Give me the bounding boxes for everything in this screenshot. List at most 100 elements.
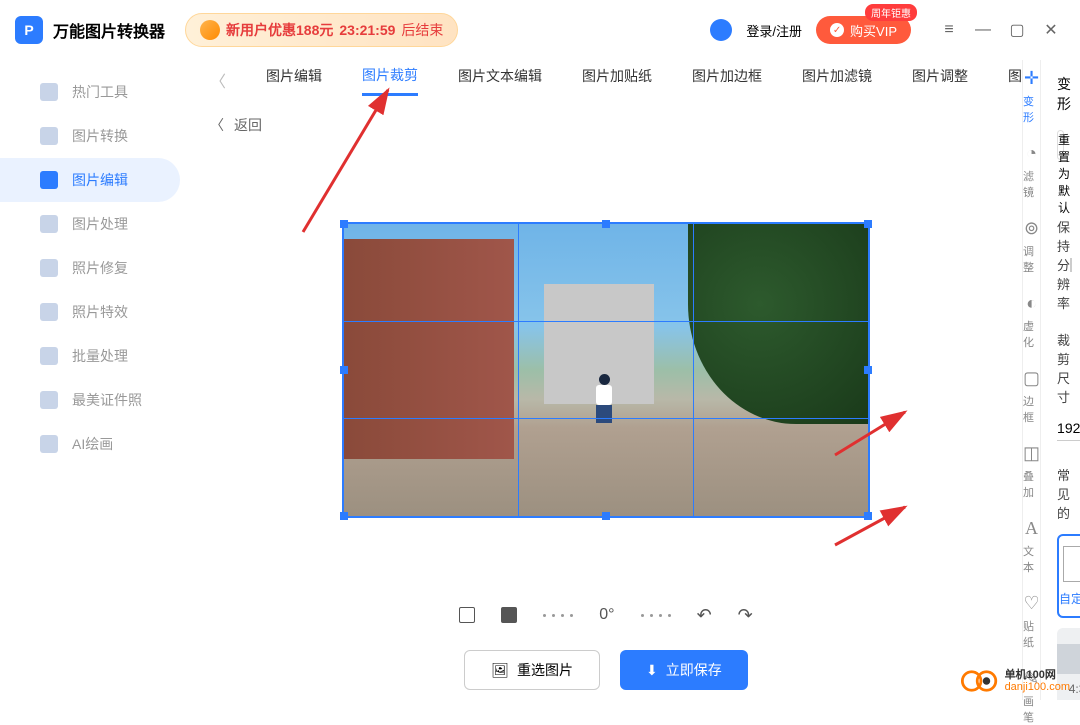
- maximize-button[interactable]: ▢: [1003, 16, 1031, 44]
- sidebar-item-label: 热门工具: [72, 82, 128, 102]
- vip-label: 购买VIP: [850, 21, 897, 40]
- crop-canvas[interactable]: [342, 222, 870, 518]
- sidebar-item-effects[interactable]: 照片特效: [0, 290, 190, 334]
- sidebar-item-label: 照片修复: [72, 258, 128, 278]
- crop-handle-b[interactable]: [602, 512, 610, 520]
- login-link[interactable]: 登录/注册: [746, 21, 802, 40]
- batch-icon: [40, 347, 58, 365]
- reset-button[interactable]: 重置为默认: [1057, 130, 1064, 160]
- sidebar-item-idphoto[interactable]: 最美证件照: [0, 378, 190, 422]
- edit-icon: [40, 171, 58, 189]
- avatar-icon[interactable]: [710, 19, 732, 41]
- process-icon: [40, 215, 58, 233]
- width-input[interactable]: [1057, 416, 1080, 441]
- tab-filter[interactable]: 图片加滤镜: [802, 66, 872, 94]
- tool-border[interactable]: ▢边框: [1023, 368, 1040, 425]
- medal-icon: [200, 20, 220, 40]
- buy-vip-button[interactable]: 周年钜惠 ✓ 购买VIP: [816, 16, 911, 44]
- vip-badge: 周年钜惠: [865, 4, 917, 21]
- sidebar-item-label: 图片编辑: [72, 170, 128, 190]
- crop-handle-l[interactable]: [340, 366, 348, 374]
- sidebar-item-ai[interactable]: AI绘画: [0, 422, 190, 466]
- flip-h-icon[interactable]: [459, 607, 475, 623]
- sidebar-item-label: 图片转换: [72, 126, 128, 146]
- transform-icon: ✛: [1024, 68, 1039, 89]
- tab-sticker[interactable]: 图片加贴纸: [582, 66, 652, 94]
- tool-adjust[interactable]: ⊚调整: [1023, 218, 1040, 275]
- tool-transform[interactable]: ✛变形: [1023, 68, 1040, 125]
- watermark-logo-icon: [961, 668, 999, 694]
- sidebar-item-edit[interactable]: 图片编辑: [0, 158, 180, 202]
- tab-edit[interactable]: 图片编辑: [266, 66, 322, 94]
- flip-v-icon[interactable]: [501, 607, 517, 623]
- tool-filter[interactable]: ◔滤镜: [1023, 143, 1040, 200]
- close-button[interactable]: ✕: [1037, 16, 1065, 44]
- sidebar-item-process[interactable]: 图片处理: [0, 202, 190, 246]
- chevron-left-icon: 〈: [210, 115, 224, 135]
- save-button[interactable]: ⬇ 立即保存: [620, 650, 748, 690]
- tab-text[interactable]: 图片文本编辑: [458, 66, 542, 94]
- repair-icon: [40, 259, 58, 277]
- effects-icon: [40, 303, 58, 321]
- sticker-icon: ♡: [1023, 593, 1039, 614]
- sidebar-item-label: AI绘画: [72, 434, 113, 454]
- promo-end: 后结束: [401, 20, 443, 40]
- rotate-right-icon[interactable]: ↷: [738, 605, 753, 626]
- download-icon: ⬇: [646, 662, 658, 679]
- promo-banner[interactable]: 新用户优惠188元 23:21:59 后结束: [185, 13, 458, 47]
- tool-text[interactable]: A文本: [1023, 518, 1040, 575]
- ai-icon: [40, 435, 58, 453]
- watermark: 单机100网 danji100.com: [961, 668, 1070, 694]
- minimize-button[interactable]: —: [969, 16, 997, 44]
- rotate-left-icon[interactable]: ↶: [697, 605, 712, 626]
- sidebar-item-label: 图片处理: [72, 214, 128, 234]
- check-icon: ✓: [830, 23, 844, 37]
- adjust-icon: ⊚: [1024, 218, 1039, 239]
- crop-handle-tl[interactable]: [340, 220, 348, 228]
- reselect-button[interactable]: 🖼 重选图片: [464, 650, 600, 690]
- sidebar-item-hot[interactable]: 热门工具: [0, 70, 190, 114]
- tool-label: 画笔: [1023, 693, 1040, 725]
- tool-label: 滤镜: [1023, 168, 1040, 200]
- sidebar-item-convert[interactable]: 图片转换: [0, 114, 190, 158]
- sidebar-item-batch[interactable]: 批量处理: [0, 334, 190, 378]
- convert-icon: [40, 127, 58, 145]
- crop-handle-t[interactable]: [602, 220, 610, 228]
- sidebar-item-repair[interactable]: 照片修复: [0, 246, 190, 290]
- tab-more[interactable]: 图: [1008, 66, 1022, 94]
- back-button[interactable]: 〈 返回: [190, 100, 1022, 150]
- tool-label: 边框: [1023, 393, 1040, 425]
- common-label: 常见的: [1057, 465, 1064, 522]
- tab-adjust[interactable]: 图片调整: [912, 66, 968, 94]
- watermark-cn: 单机100网: [1005, 669, 1070, 681]
- tabs-prev-icon[interactable]: 〈: [210, 68, 226, 92]
- preset-custom[interactable]: 自定义: [1057, 534, 1080, 618]
- tool-blur[interactable]: ◐虚化: [1023, 293, 1040, 350]
- watermark-url: danji100.com: [1005, 681, 1070, 693]
- tool-sticker[interactable]: ♡ 贴纸: [1023, 593, 1040, 650]
- tool-overlay[interactable]: ◫ 叠加: [1023, 443, 1040, 500]
- sidebar-item-label: 最美证件照: [72, 390, 142, 410]
- tab-crop[interactable]: 图片裁剪: [362, 65, 418, 96]
- tabs-row: 〈 图片编辑 图片裁剪 图片文本编辑 图片加贴纸 图片加边框 图片加滤镜 图片调…: [190, 60, 1022, 100]
- sidebar-item-label: 照片特效: [72, 302, 128, 322]
- tab-border[interactable]: 图片加边框: [692, 66, 762, 94]
- tool-label: 文本: [1023, 543, 1040, 575]
- canvas-toolbar: 0° ↶ ↷: [190, 590, 1022, 640]
- crop-size-label: 裁剪尺寸: [1057, 330, 1064, 406]
- tool-label: 虚化: [1023, 318, 1040, 350]
- panel-title: 变形: [1057, 74, 1064, 114]
- idphoto-icon: [40, 391, 58, 409]
- tool-label: 叠加: [1023, 468, 1040, 500]
- reselect-label: 重选图片: [517, 660, 573, 680]
- crop-handle-br[interactable]: [864, 512, 872, 520]
- app-title: 万能图片转换器: [53, 18, 165, 42]
- back-label: 返回: [234, 115, 262, 135]
- keep-resolution-checkbox[interactable]: [1070, 258, 1072, 272]
- crop-handle-tr[interactable]: [864, 220, 872, 228]
- crop-handle-r[interactable]: [864, 366, 872, 374]
- crop-handle-bl[interactable]: [340, 512, 348, 520]
- menu-icon[interactable]: ≡: [935, 16, 963, 44]
- overlay-icon: ◫: [1023, 443, 1040, 464]
- tool-label: 贴纸: [1023, 618, 1040, 650]
